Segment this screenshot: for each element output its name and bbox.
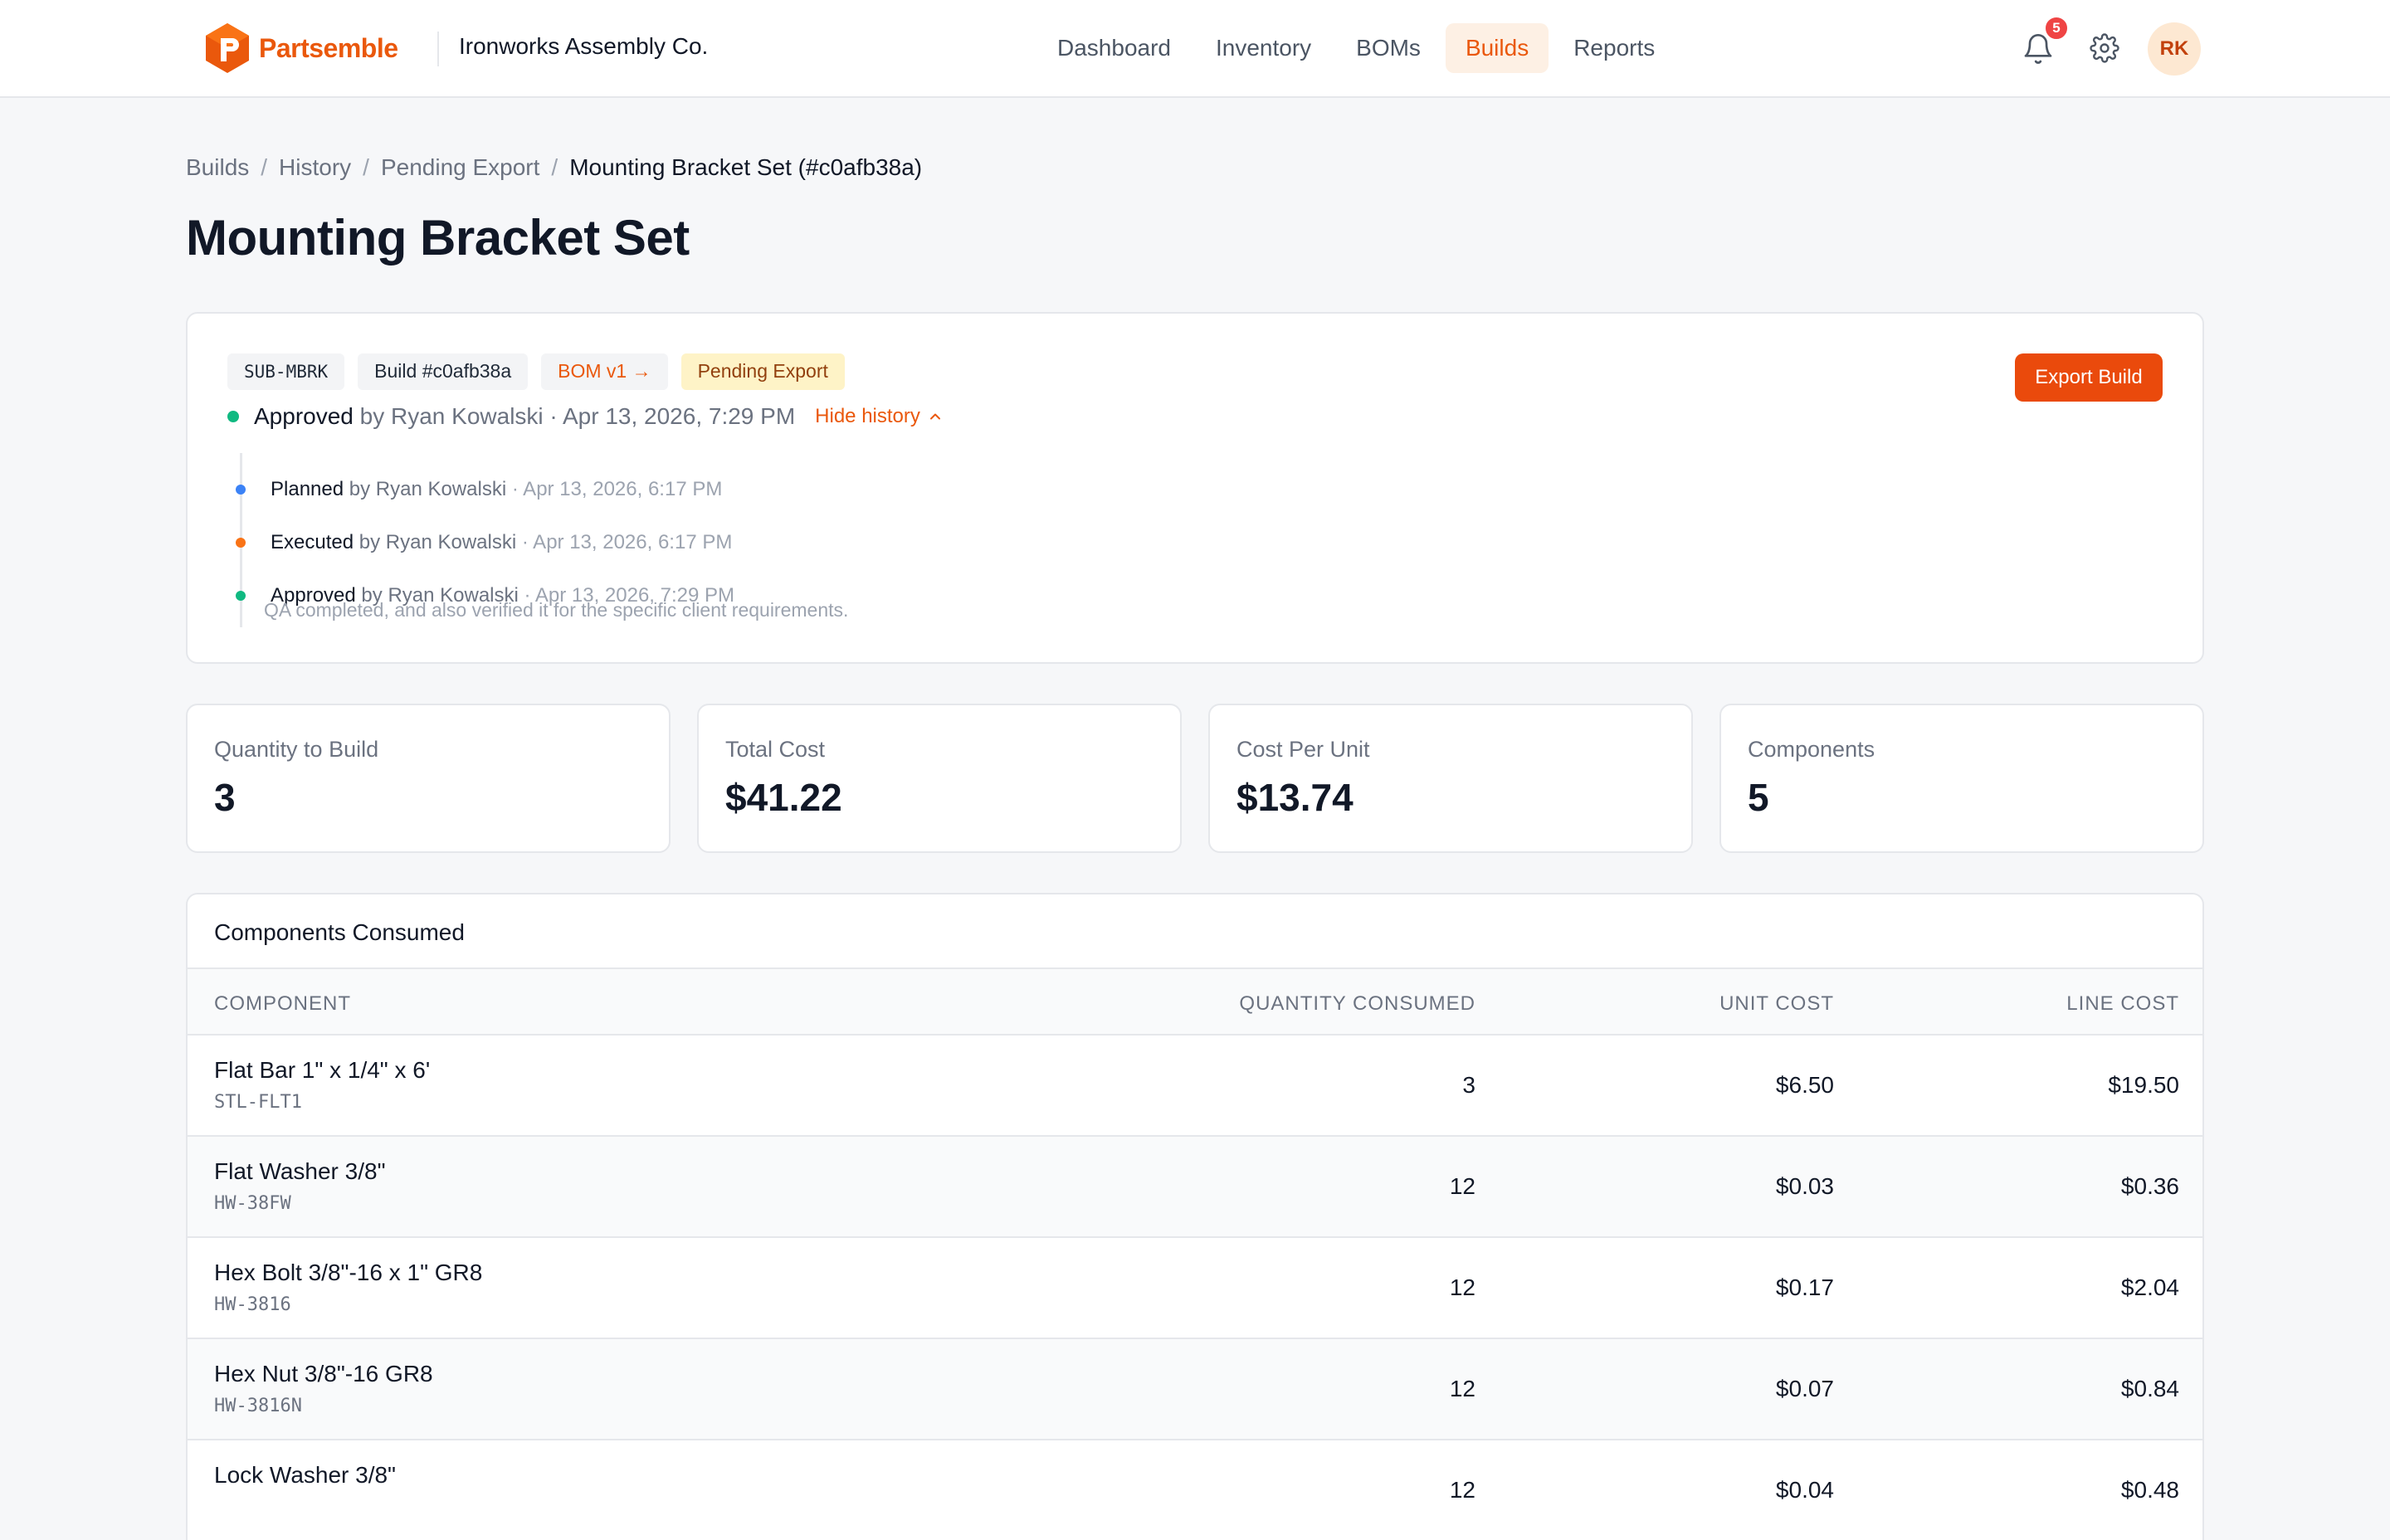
nav-dashboard[interactable]: Dashboard — [1037, 23, 1191, 73]
nav-inventory[interactable]: Inventory — [1196, 23, 1331, 73]
status-dot — [227, 411, 239, 422]
stat-label: Quantity to Build — [214, 737, 379, 762]
stat-value: $41.22 — [725, 776, 842, 819]
breadcrumb-history[interactable]: History — [279, 154, 351, 181]
sku-chip: SUB-MBRK — [227, 353, 345, 390]
stat-label: Cost Per Unit — [1236, 737, 1370, 762]
nav-builds[interactable]: Builds — [1445, 23, 1549, 73]
column-header-component[interactable]: Component — [214, 992, 351, 1016]
top-bar: Partsemble Ironworks Assembly Co. Dashbo… — [0, 0, 2390, 98]
unit-cost: $6.50 — [1775, 1072, 1834, 1098]
line-cost: $0.48 — [2120, 1477, 2179, 1503]
component-name: Hex Bolt 3/8"-16 x 1" GR8 — [214, 1260, 483, 1285]
unit-cost: $0.03 — [1775, 1173, 1834, 1199]
build-id-chip: Build #c0afb38a — [358, 353, 529, 390]
nav-reports[interactable]: Reports — [1554, 23, 1675, 73]
history-item-executed: Executed by Ryan Kowalski · Apr 13, 2026… — [234, 531, 732, 554]
history-label: Planned — [271, 478, 344, 500]
main-nav: Dashboard Inventory BOMs Builds Reports — [1037, 22, 1675, 75]
breadcrumb-current: Mounting Bracket Set (#c0afb38a) — [569, 154, 923, 180]
stat-value: 5 — [1748, 776, 1769, 819]
stat-value: 3 — [214, 776, 236, 819]
line-cost: $0.36 — [2120, 1173, 2179, 1199]
line-cost: $19.50 — [2108, 1072, 2179, 1098]
table-row[interactable]: Flat Washer 3/8" HW-38FW 12 $0.03 $0.36 — [188, 1137, 2202, 1238]
history-dot — [236, 538, 246, 548]
component-name: Hex Nut 3/8"-16 GR8 — [214, 1361, 433, 1386]
stat-cost-per-unit: Cost Per Unit $13.74 — [1208, 704, 1693, 853]
table-row[interactable]: Hex Nut 3/8"-16 GR8 HW-3816N 12 $0.07 $0… — [188, 1339, 2202, 1440]
export-build-button[interactable]: Export Build — [2015, 353, 2163, 402]
quantity-consumed: 12 — [1449, 1477, 1475, 1503]
stat-label: Components — [1748, 737, 1875, 762]
breadcrumb-builds[interactable]: Builds — [186, 154, 249, 181]
history-label: Executed — [271, 531, 354, 553]
history-by: by Ryan Kowalski — [358, 531, 517, 553]
components-consumed-table: Components Consumed Component Quantity C… — [186, 893, 2204, 1540]
table-row[interactable]: Flat Bar 1" x 1/4" x 6' STL-FLT1 3 $6.50… — [188, 1036, 2202, 1137]
brand-name: Partsemble — [259, 32, 398, 63]
history-time: · Apr 13, 2026, 6:17 PM — [521, 531, 733, 553]
stat-components: Components 5 — [1719, 704, 2204, 853]
breadcrumb-pending-export[interactable]: Pending Export — [381, 154, 539, 181]
component-sku: HW-3816N — [214, 1396, 302, 1416]
line-cost: $2.04 — [2120, 1274, 2179, 1300]
stat-quantity-to-build: Quantity to Build 3 — [186, 704, 671, 853]
notification-badge: 5 — [2044, 16, 2069, 41]
breadcrumb: Builds / History / Pending Export / Moun… — [186, 154, 922, 181]
component-name: Lock Washer 3/8" — [214, 1462, 396, 1488]
current-status-time: · Apr 13, 2026, 7:29 PM — [549, 403, 796, 429]
organization-name: Ironworks Assembly Co. — [459, 33, 709, 59]
stat-value: $13.74 — [1236, 776, 1354, 819]
history-dot — [236, 591, 246, 601]
quantity-consumed: 12 — [1449, 1274, 1475, 1300]
quantity-consumed: 3 — [1462, 1072, 1475, 1098]
table-row[interactable]: Hex Bolt 3/8"-16 x 1" GR8 HW-3816 12 $0.… — [188, 1238, 2202, 1339]
history-item-planned: Planned by Ryan Kowalski · Apr 13, 2026,… — [234, 478, 722, 501]
nav-boms[interactable]: BOMs — [1336, 23, 1441, 73]
component-sku: HW-38FW — [214, 1193, 291, 1214]
stat-total-cost: Total Cost $41.22 — [697, 704, 1182, 853]
gear-icon[interactable] — [2090, 33, 2119, 63]
history-note: QA completed, and also verified it for t… — [264, 599, 849, 621]
bom-link-chip[interactable]: BOM v1 → — [541, 353, 668, 390]
history-time: · Apr 13, 2026, 6:17 PM — [511, 478, 723, 500]
user-avatar[interactable]: RK — [2148, 22, 2201, 76]
page-title: Mounting Bracket Set — [186, 210, 690, 266]
breadcrumb-separator: / — [261, 154, 268, 180]
brand-logo[interactable]: Partsemble — [204, 22, 398, 75]
build-status-card: SUB-MBRK Build #c0afb38a BOM v1 → Pendin… — [186, 312, 2204, 664]
table-title: Components Consumed — [214, 919, 465, 945]
line-cost: $0.84 — [2120, 1376, 2179, 1401]
current-status-by: by Ryan Kowalski — [359, 403, 544, 429]
table-header: Component Quantity Consumed Unit Cost Li… — [188, 967, 2202, 1036]
hide-history-label: Hide history — [815, 405, 920, 427]
partsemble-logo-icon — [206, 23, 249, 73]
quantity-consumed: 12 — [1449, 1173, 1475, 1199]
history-dot — [236, 485, 246, 495]
column-header-quantity[interactable]: Quantity Consumed — [1239, 992, 1475, 1016]
column-header-unit-cost[interactable]: Unit Cost — [1719, 992, 1834, 1016]
current-status: Approved by Ryan Kowalski · Apr 13, 2026… — [227, 403, 944, 430]
component-name: Flat Bar 1" x 1/4" x 6' — [214, 1057, 431, 1083]
hide-history-toggle[interactable]: Hide history — [815, 405, 944, 428]
breadcrumb-separator: / — [363, 154, 369, 180]
build-chips: SUB-MBRK Build #c0afb38a BOM v1 → Pendin… — [227, 353, 845, 390]
column-header-line-cost[interactable]: Line Cost — [2066, 992, 2179, 1016]
table-row[interactable]: Lock Washer 3/8" 12 $0.04 $0.48 — [188, 1440, 2202, 1540]
component-sku: STL-FLT1 — [214, 1092, 302, 1113]
component-name: Flat Washer 3/8" — [214, 1158, 386, 1184]
current-status-label: Approved — [254, 403, 354, 429]
header-divider — [437, 32, 439, 66]
chevron-up-icon — [929, 413, 940, 420]
history-by: by Ryan Kowalski — [349, 478, 507, 500]
breadcrumb-separator: / — [551, 154, 558, 180]
unit-cost: $0.17 — [1775, 1274, 1834, 1300]
stat-label: Total Cost — [725, 737, 826, 762]
unit-cost: $0.04 — [1775, 1477, 1834, 1503]
unit-cost: $0.07 — [1775, 1376, 1834, 1401]
component-sku: HW-3816 — [214, 1294, 291, 1315]
status-badge: Pending Export — [680, 353, 845, 390]
quantity-consumed: 12 — [1449, 1376, 1475, 1401]
